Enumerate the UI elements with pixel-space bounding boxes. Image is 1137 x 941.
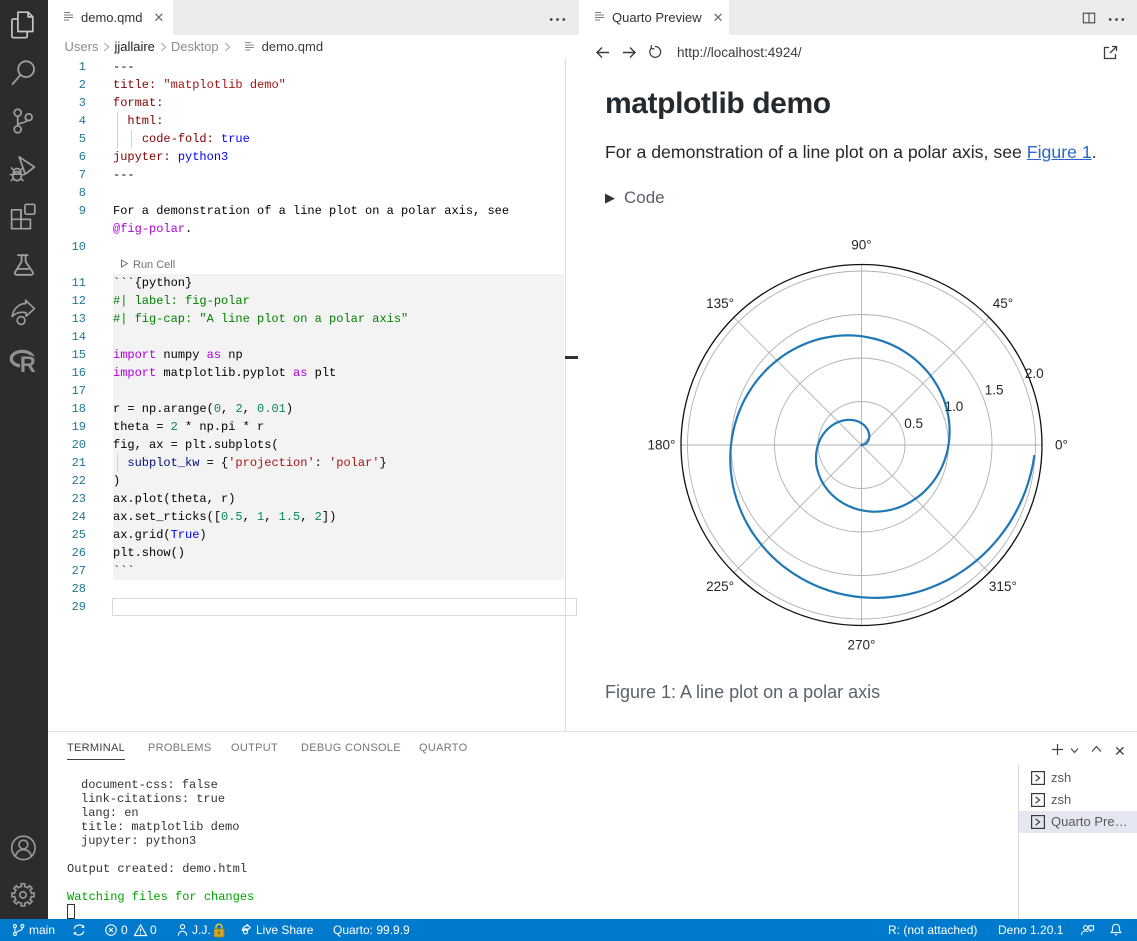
- svg-text:135°: 135°: [706, 296, 734, 311]
- svg-text:225°: 225°: [706, 579, 734, 594]
- svg-text:315°: 315°: [989, 579, 1017, 594]
- svg-text:180°: 180°: [648, 438, 676, 453]
- svg-text:270°: 270°: [848, 638, 876, 653]
- svg-text:R: R: [20, 352, 36, 377]
- svg-text:45°: 45°: [993, 296, 1013, 311]
- svg-text:0.5: 0.5: [904, 416, 923, 431]
- svg-text:2.0: 2.0: [1025, 366, 1044, 381]
- svg-text:1.5: 1.5: [985, 383, 1004, 398]
- svg-text:90°: 90°: [851, 238, 871, 253]
- svg-text:0°: 0°: [1055, 438, 1068, 453]
- svg-text:1.0: 1.0: [945, 399, 964, 414]
